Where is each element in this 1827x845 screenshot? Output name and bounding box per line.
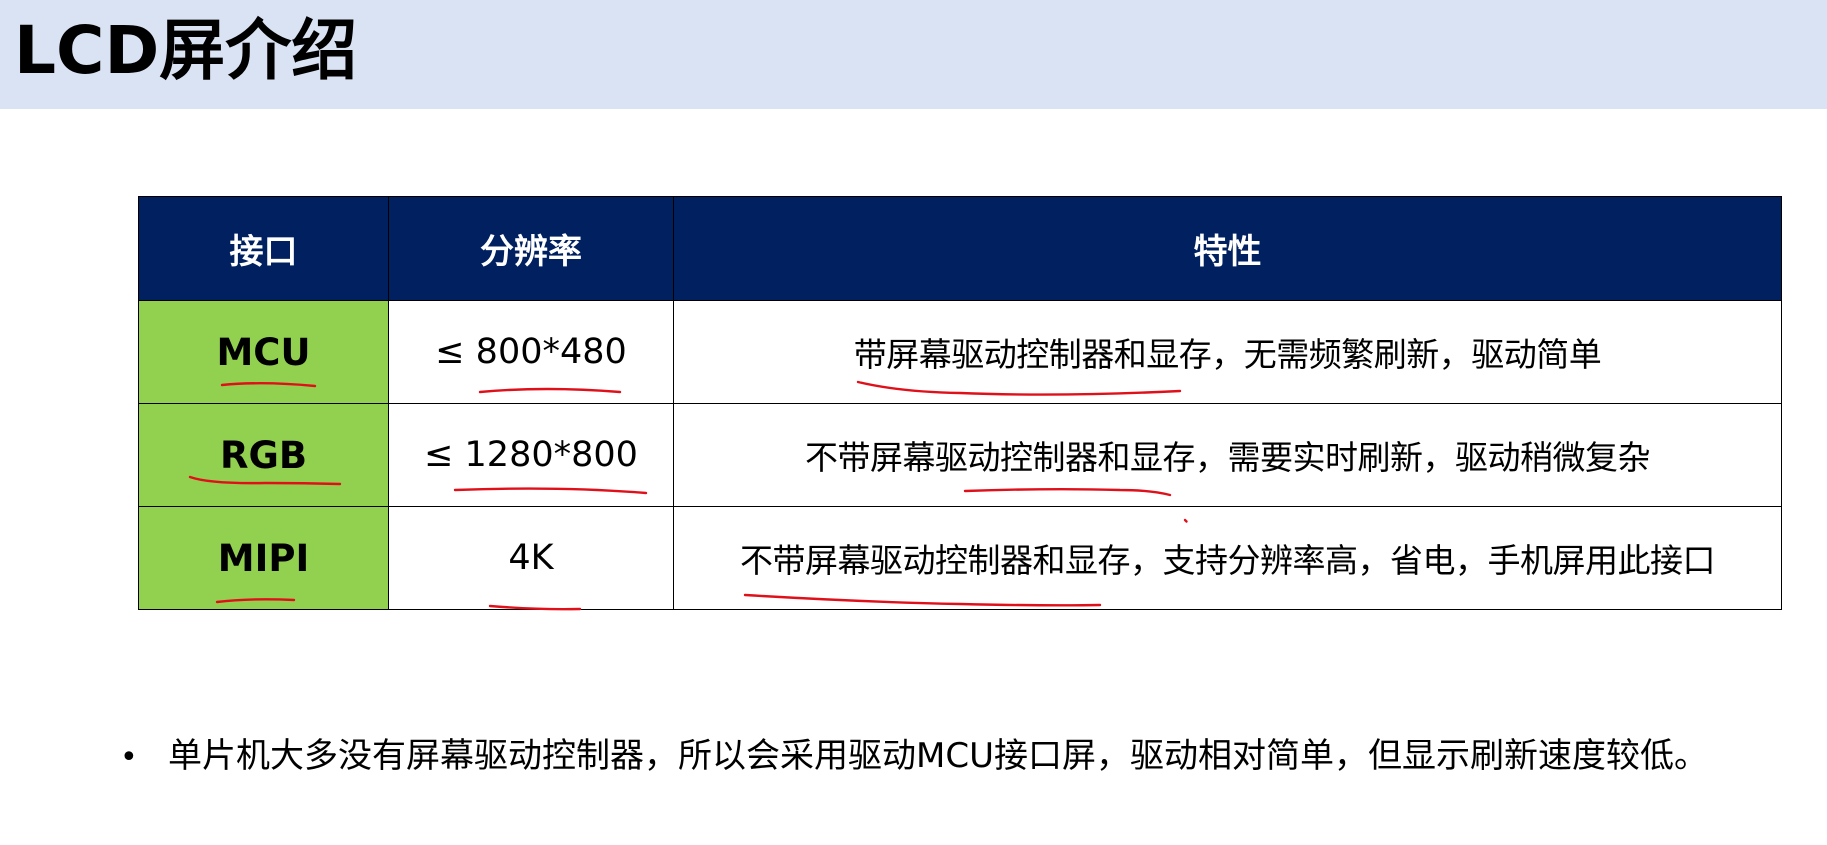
resolution-cell: ≤ 800*480 [388,300,674,404]
feature-cell: 不带屏幕驱动控制器和显存，支持分辨率高，省电，手机屏用此接口 [673,506,1782,610]
interface-cell: MIPI [138,506,389,610]
header-resolution: 分辨率 [388,196,674,301]
interface-cell: MCU [138,300,389,404]
slide: LCD屏介绍 接口 分辨率 特性 MCU ≤ 800*480 带屏幕驱动控制器和… [0,0,1827,845]
bullet-text: 单片机大多没有屏幕驱动控制器，所以会采用驱动MCU接口屏，驱动相对简单，但显示刷… [168,736,1708,776]
table-row: MCU ≤ 800*480 带屏幕驱动控制器和显存，无需频繁刷新，驱动简单 [138,300,1782,404]
title-band: LCD屏介绍 [0,0,1827,109]
bullet-marker: • [120,740,138,775]
resolution-cell: 4K [388,506,674,610]
interface-cell: RGB [138,403,389,507]
table-header-row: 接口 分辨率 特性 [138,196,1782,301]
table-row: MIPI 4K 不带屏幕驱动控制器和显存，支持分辨率高，省电，手机屏用此接口 [138,506,1782,610]
feature-cell: 不带屏幕驱动控制器和显存，需要实时刷新，驱动稍微复杂 [673,403,1782,507]
lcd-interface-table: 接口 分辨率 特性 MCU ≤ 800*480 带屏幕驱动控制器和显存，无需频繁… [138,196,1782,610]
resolution-cell: ≤ 1280*800 [388,403,674,507]
header-feature: 特性 [673,196,1782,301]
table-row: RGB ≤ 1280*800 不带屏幕驱动控制器和显存，需要实时刷新，驱动稍微复… [138,403,1782,507]
feature-cell: 带屏幕驱动控制器和显存，无需频繁刷新，驱动简单 [673,300,1782,404]
bullet-item: • 单片机大多没有屏幕驱动控制器，所以会采用驱动MCU接口屏，驱动相对简单，但显示… [120,726,1708,788]
header-interface: 接口 [138,196,389,301]
page-title: LCD屏介绍 [14,12,358,89]
